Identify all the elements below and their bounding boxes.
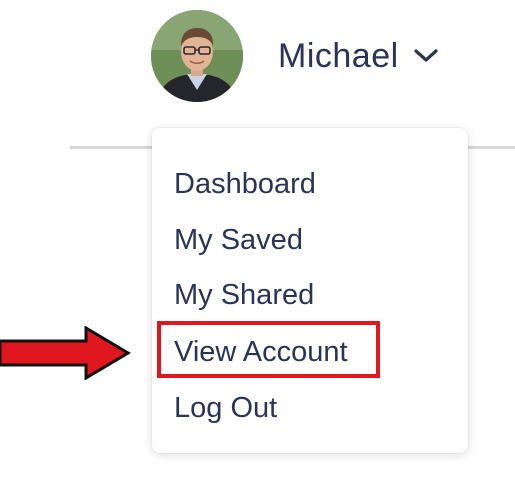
menu-item-dashboard[interactable]: Dashboard — [174, 166, 316, 202]
avatar[interactable] — [151, 10, 243, 102]
menu-item-my-saved[interactable]: My Saved — [174, 222, 303, 258]
avatar-photo-icon — [151, 10, 243, 102]
menu-item-view-account[interactable]: View Account — [174, 334, 348, 370]
user-menu-toggle[interactable]: Michael — [278, 30, 439, 82]
red-arrow-icon — [0, 326, 131, 380]
chevron-down-icon — [414, 49, 438, 62]
user-name: Michael — [278, 36, 399, 75]
menu-item-my-shared[interactable]: My Shared — [174, 277, 314, 313]
menu-item-log-out[interactable]: Log Out — [174, 390, 277, 426]
user-dropdown-menu: Dashboard My Saved My Shared View Accoun… — [152, 128, 468, 453]
